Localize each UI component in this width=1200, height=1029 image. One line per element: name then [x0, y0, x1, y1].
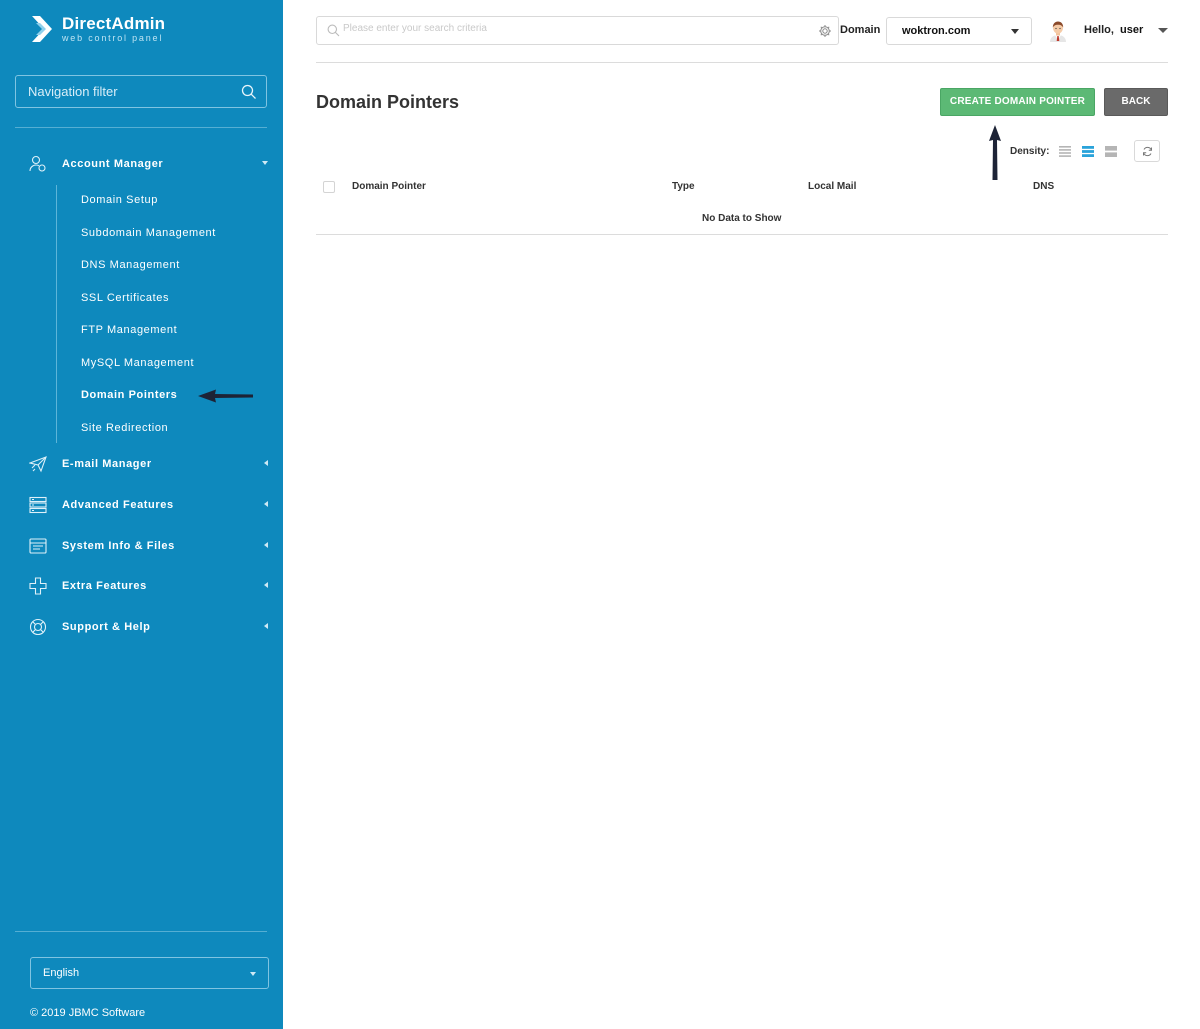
density-comfortable-icon[interactable]	[1105, 146, 1117, 157]
global-search[interactable]	[316, 16, 839, 45]
plus-cross-icon	[29, 577, 47, 595]
chevron-down-icon	[250, 972, 256, 976]
sidebar-item-ftp-management[interactable]: FTP Management	[81, 324, 177, 336]
domain-value: woktron.com	[902, 25, 971, 37]
density-compact-icon[interactable]	[1059, 146, 1071, 157]
column-header-type[interactable]: Type	[672, 181, 695, 192]
username[interactable]: user	[1120, 24, 1143, 36]
caret-down-icon	[1011, 29, 1019, 34]
refresh-button[interactable]	[1134, 140, 1160, 162]
column-header-domain-pointer[interactable]: Domain Pointer	[352, 181, 426, 192]
table-bottom-border	[316, 234, 1168, 235]
menu-group-label: System Info & Files	[62, 540, 175, 552]
density-label: Density:	[1010, 146, 1050, 157]
menu-group-email-manager[interactable]: E-mail Manager	[0, 453, 283, 475]
menu-group-advanced-features[interactable]: Advanced Features	[0, 494, 283, 516]
brand-name: DirectAdmin	[62, 14, 166, 33]
search-icon	[327, 24, 340, 42]
brand-tagline: web control panel	[62, 33, 164, 43]
language-value: English	[43, 967, 80, 979]
chevron-left-icon	[264, 501, 268, 507]
folder-icon	[29, 537, 47, 555]
column-header-local-mail[interactable]: Local Mail	[808, 181, 856, 192]
lifebuoy-icon	[29, 618, 47, 636]
search-icon[interactable]	[241, 84, 257, 105]
menu-group-support-help[interactable]: Support & Help	[0, 616, 283, 638]
column-header-dns[interactable]: DNS	[1033, 181, 1054, 192]
chevron-down-icon	[262, 161, 268, 165]
sidebar-item-mysql-management[interactable]: MySQL Management	[81, 357, 194, 369]
gear-icon[interactable]	[818, 24, 832, 43]
chevron-left-icon	[264, 542, 268, 548]
page-title: Domain Pointers	[316, 92, 460, 112]
global-search-input[interactable]	[343, 23, 803, 34]
menu-group-label: Advanced Features	[62, 499, 174, 511]
menu-group-account-manager[interactable]: Account Manager	[0, 153, 283, 175]
header-divider	[316, 62, 1168, 63]
density-regular-icon[interactable]	[1082, 146, 1094, 157]
user-menu-caret-icon[interactable]	[1158, 28, 1168, 33]
navigation-filter[interactable]	[15, 75, 267, 108]
menu-group-label: Support & Help	[62, 621, 151, 633]
avatar[interactable]	[1048, 20, 1068, 42]
brand-logo[interactable]: DirectAdmin web control panel	[30, 12, 165, 46]
greeting: Hello,	[1084, 24, 1114, 36]
sidebar: DirectAdmin web control panel Account Ma…	[0, 0, 283, 1029]
menu-group-label: Extra Features	[62, 580, 147, 592]
annotation-arrow-up-icon	[989, 125, 1001, 180]
empty-table-message: No Data to Show	[702, 213, 782, 224]
directadmin-logo-icon	[30, 14, 56, 44]
domain-select[interactable]: woktron.com	[886, 17, 1032, 45]
sidebar-item-domain-setup[interactable]: Domain Setup	[81, 194, 158, 206]
sidebar-item-domain-pointers[interactable]: Domain Pointers	[81, 389, 177, 401]
chevron-left-icon	[264, 582, 268, 588]
create-domain-pointer-button[interactable]: CREATE DOMAIN POINTER	[940, 88, 1095, 116]
menu-group-extra-features[interactable]: Extra Features	[0, 575, 283, 597]
navigation-filter-input[interactable]	[28, 84, 228, 99]
annotation-arrow-left-icon	[198, 389, 253, 403]
paper-plane-icon	[28, 455, 47, 473]
account-manager-icon	[29, 155, 47, 173]
sidebar-divider	[15, 127, 267, 128]
refresh-icon	[1143, 146, 1152, 157]
chevron-left-icon	[264, 623, 268, 629]
chevron-left-icon	[264, 460, 268, 466]
select-all-checkbox[interactable]	[323, 181, 335, 193]
sidebar-item-dns-management[interactable]: DNS Management	[81, 259, 180, 271]
menu-group-label: Account Manager	[62, 158, 164, 170]
submenu-guide	[56, 185, 57, 443]
language-select[interactable]: English	[30, 957, 269, 989]
sidebar-item-subdomain-management[interactable]: Subdomain Management	[81, 227, 216, 239]
domain-label: Domain	[840, 24, 881, 36]
back-button[interactable]: BACK	[1104, 88, 1168, 116]
server-list-icon	[29, 496, 47, 514]
sidebar-item-site-redirection[interactable]: Site Redirection	[81, 422, 168, 434]
copyright: © 2019 JBMC Software	[30, 1007, 146, 1019]
menu-group-label: E-mail Manager	[62, 458, 152, 470]
menu-group-system-info-files[interactable]: System Info & Files	[0, 535, 283, 557]
sidebar-divider	[15, 931, 267, 932]
sidebar-item-ssl-certificates[interactable]: SSL Certificates	[81, 292, 169, 304]
